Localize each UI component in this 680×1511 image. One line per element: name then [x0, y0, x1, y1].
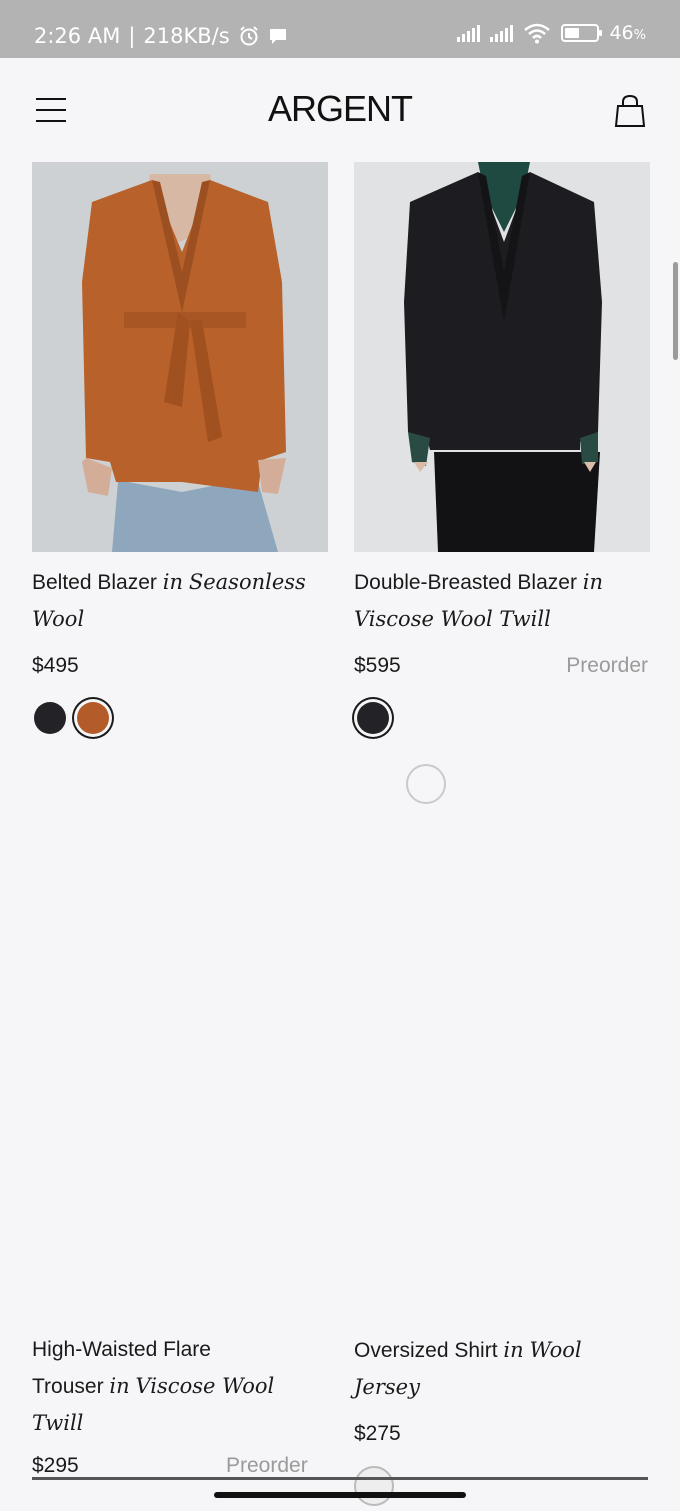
app-header: ARGENT	[0, 58, 680, 162]
preorder-label: Preorder	[226, 1454, 308, 1477]
alarm-clock-icon	[239, 26, 258, 46]
color-swatch-black[interactable]	[357, 702, 389, 734]
product-price: $595	[354, 654, 401, 677]
shopping-bag-icon[interactable]	[614, 94, 646, 128]
product-name-line1: High-Waisted Flare	[32, 1338, 211, 1361]
product-connector: in	[582, 570, 604, 594]
product-title[interactable]: High-Waisted Flare Trouser in Viscose Wo…	[32, 1332, 328, 1442]
product-material-line1: Wool	[529, 1338, 582, 1362]
battery-level-text: 46%	[609, 22, 646, 44]
product-material-line2: Twill	[32, 1411, 84, 1435]
product-connector: in	[162, 570, 183, 594]
product-name: Belted Blazer	[32, 571, 157, 594]
status-right: 46%	[457, 22, 646, 44]
product-price: $495	[32, 654, 79, 677]
scrollbar-thumb[interactable]	[673, 262, 678, 360]
cellular-signal-icon	[457, 24, 481, 42]
status-divider: |	[128, 24, 136, 48]
color-swatch-rust[interactable]	[77, 702, 109, 734]
status-left: 2:26 AM | 218KB/s	[34, 22, 288, 50]
product-material-line2: Jersey	[354, 1375, 420, 1399]
battery-icon	[561, 24, 603, 42]
status-bar: 2:26 AM | 218KB/s 46%	[0, 0, 680, 58]
product-connector: in	[503, 1338, 524, 1362]
battery-fill	[565, 28, 580, 38]
preorder-label: Preorder	[566, 654, 648, 677]
home-indicator[interactable]	[214, 1492, 466, 1498]
product-material-line1: Viscose Wool	[135, 1374, 275, 1398]
color-swatch-partial[interactable]	[354, 1466, 394, 1506]
product-price: $295	[32, 1454, 79, 1477]
product-title[interactable]: Belted Blazer in Seasonless Wool	[32, 564, 328, 638]
product-title[interactable]: Oversized Shirt in Wool Jersey	[354, 1332, 650, 1406]
status-time: 2:26 AM	[34, 24, 121, 48]
product-image-double-breasted-blazer[interactable]	[354, 162, 650, 552]
bottom-divider	[32, 1477, 648, 1480]
status-network-speed: 218KB/s	[143, 24, 230, 48]
product-image-belted-blazer[interactable]	[32, 162, 328, 552]
product-name-line2: Trouser	[32, 1375, 104, 1398]
color-swatch-black[interactable]	[34, 702, 66, 734]
cellular-signal-2-icon	[490, 24, 514, 42]
product-material-line1: Seasonless	[188, 570, 306, 594]
product-connector: in	[109, 1374, 130, 1398]
product-title[interactable]: Double-Breasted Blazer in Viscose Wool T…	[354, 564, 650, 638]
product-material-line2: Wool	[32, 607, 85, 631]
wifi-icon	[524, 23, 551, 44]
product-name: Double-Breasted Blazer	[354, 571, 577, 594]
loading-spinner-icon	[406, 764, 446, 804]
message-icon	[269, 29, 286, 44]
product-material-line2: Viscose Wool Twill	[354, 607, 551, 631]
brand-logo[interactable]: ARGENT	[0, 88, 680, 130]
product-price: $275	[354, 1422, 401, 1445]
product-name: Oversized Shirt	[354, 1339, 498, 1362]
